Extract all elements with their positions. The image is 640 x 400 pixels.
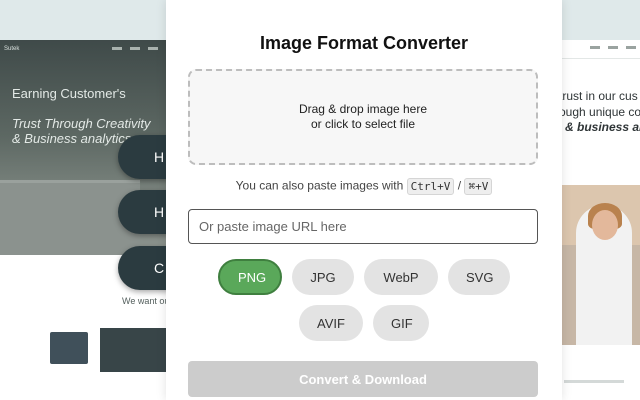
file-dropzone[interactable]: Drag & drop image here or click to selec… bbox=[188, 69, 538, 165]
background-photo bbox=[562, 185, 640, 345]
paste-hint: You can also paste images with Ctrl+V / … bbox=[166, 178, 562, 195]
format-button-webp[interactable]: WebP bbox=[364, 259, 438, 295]
shortcut-ctrl-v: Ctrl+V bbox=[406, 178, 455, 195]
background-page-right: trust in our cus ough unique co & busine… bbox=[562, 40, 640, 400]
background-headline-italic: & business analy bbox=[565, 120, 640, 134]
page-title: Image Format Converter bbox=[259, 33, 469, 53]
background-headline: trust in our cus bbox=[562, 89, 638, 103]
format-button-gif[interactable]: GIF bbox=[373, 305, 429, 341]
paste-hint-text: You can also paste images with bbox=[235, 178, 404, 193]
background-headline: ough unique co bbox=[562, 105, 640, 119]
background-section-text: We want ou bbox=[122, 296, 166, 306]
background-nav: Sutek bbox=[0, 46, 166, 60]
background-thumbnail bbox=[100, 328, 166, 372]
background-logo: Sutek bbox=[4, 46, 20, 52]
background-headline: Earning Customer's bbox=[12, 86, 126, 101]
background-text-line bbox=[564, 380, 624, 383]
format-options: PNG JPG WebP SVG bbox=[166, 259, 562, 295]
converter-panel: Image Format Converter Drag & drop image… bbox=[166, 0, 562, 400]
background-thumbnail bbox=[50, 332, 88, 364]
format-button-png[interactable]: PNG bbox=[218, 259, 282, 295]
background-divider bbox=[562, 58, 640, 59]
format-button-jpg[interactable]: JPG bbox=[292, 259, 354, 295]
format-options: AVIF GIF bbox=[166, 305, 562, 341]
shortcut-separator: / bbox=[457, 178, 462, 193]
format-button-svg[interactable]: SVG bbox=[448, 259, 510, 295]
dropzone-label: Drag & drop image here bbox=[298, 102, 428, 116]
background-nav-links bbox=[112, 47, 166, 50]
shortcut-cmd-v: ⌘+V bbox=[464, 178, 493, 195]
image-url-input[interactable] bbox=[188, 209, 538, 244]
dropzone-sublabel: or click to select file bbox=[310, 117, 416, 131]
background-nav-links bbox=[590, 46, 636, 49]
format-button-avif[interactable]: AVIF bbox=[299, 305, 363, 341]
convert-download-button[interactable]: Convert & Download bbox=[188, 361, 538, 397]
